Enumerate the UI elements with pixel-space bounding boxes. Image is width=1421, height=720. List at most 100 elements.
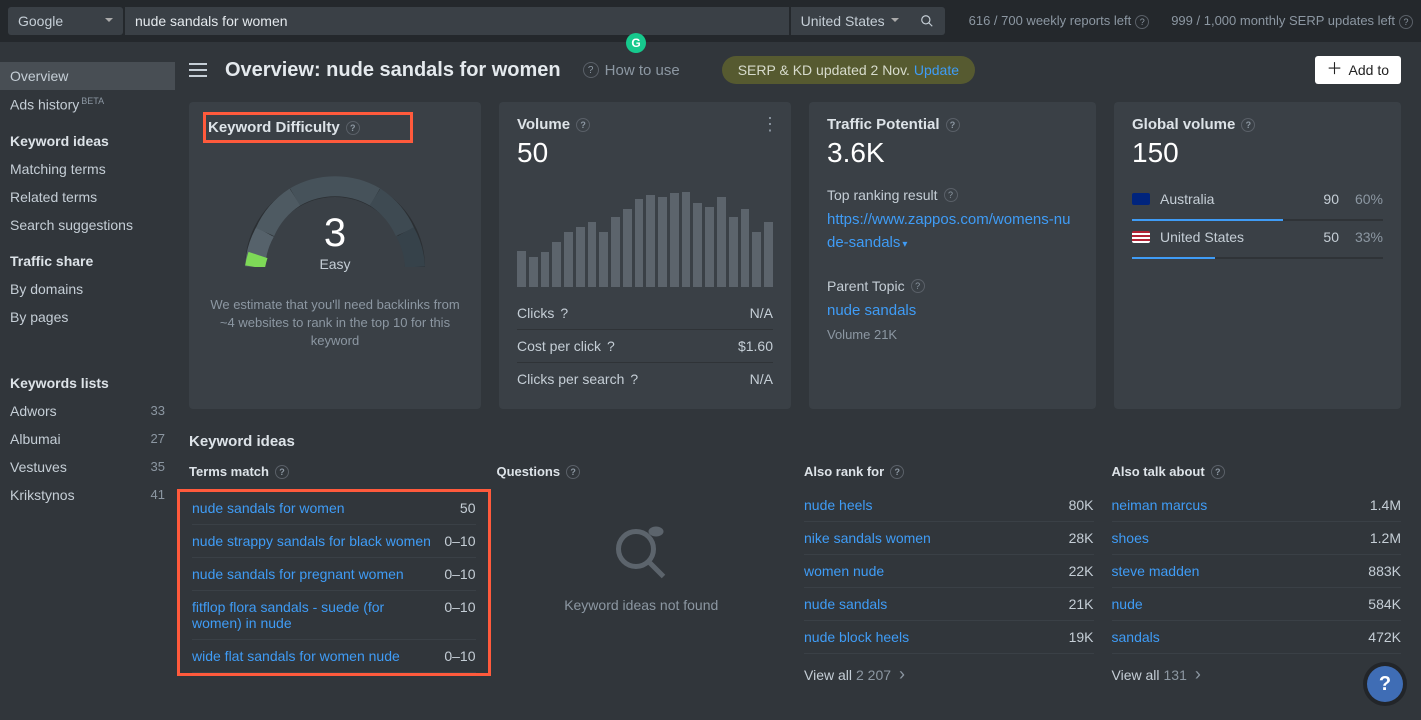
gv-row: Australia9060% <box>1132 183 1383 215</box>
keyword-link[interactable]: nude sandals <box>804 596 1069 612</box>
help-icon[interactable]: ? <box>560 305 568 321</box>
also-talk-viewall[interactable]: View all 131 <box>1112 664 1402 685</box>
keyword-link[interactable]: shoes <box>1112 530 1370 546</box>
volume-trend-chart <box>517 187 773 287</box>
help-icon[interactable]: ? <box>1241 118 1255 132</box>
engine-select[interactable]: Google <box>8 7 123 35</box>
card-keyword-difficulty: Keyword Difficulty? 3 <box>189 102 481 409</box>
list-name: Krikstynos <box>10 487 75 503</box>
help-icon[interactable]: ? <box>275 465 289 479</box>
sidebar-item-by-pages[interactable]: By pages <box>0 303 175 331</box>
keyword-volume: 28K <box>1069 530 1094 546</box>
keyword-search-input[interactable] <box>125 7 789 35</box>
volume-metric-row: Clicks ?N/A <box>517 297 773 329</box>
card-menu-icon[interactable]: ⋮ <box>761 114 779 135</box>
keyword-link[interactable]: nude <box>1112 596 1369 612</box>
metric-value: $1.60 <box>738 338 773 354</box>
sidebar-list-item[interactable]: Albumai27 <box>0 425 175 453</box>
keyword-volume: 21K <box>1069 596 1094 612</box>
gv-bar <box>1132 257 1383 259</box>
keyword-link[interactable]: nude sandals for pregnant women <box>192 566 444 582</box>
keyword-link[interactable]: wide flat sandals for women nude <box>192 648 444 664</box>
gv-value: 90 <box>1309 191 1339 207</box>
serp-update-link[interactable]: Update <box>914 62 959 78</box>
chevron-down-icon[interactable]: ▾ <box>902 239 907 250</box>
keyword-link[interactable]: nike sandals women <box>804 530 1069 546</box>
keyword-link[interactable]: fitflop flora sandals - suede (for women… <box>192 599 444 631</box>
col-also-rank: Also rank for? nude heels80Knike sandals… <box>804 464 1094 685</box>
sidebar-item-search-suggestions[interactable]: Search suggestions <box>0 211 175 239</box>
help-icon[interactable]: ? <box>607 338 615 354</box>
volume-metric-row: Clicks per search ?N/A <box>517 362 773 395</box>
search-button[interactable] <box>909 7 945 35</box>
help-icon[interactable]: ? <box>1399 15 1413 29</box>
help-icon[interactable]: ? <box>890 465 904 479</box>
metric-label: Cost per click ? <box>517 338 615 354</box>
chevron-down-icon <box>105 13 113 29</box>
sidebar-list-item[interactable]: Adwors33 <box>0 397 175 425</box>
keyword-row: nude584K <box>1112 588 1402 621</box>
how-to-use-link[interactable]: ?How to use <box>583 62 680 79</box>
help-icon[interactable]: ? <box>346 121 360 135</box>
keyword-row: steve madden883K <box>1112 555 1402 588</box>
search-empty-icon <box>611 519 671 579</box>
country-select[interactable]: United States <box>791 7 909 35</box>
keyword-row: wide flat sandals for women nude0–10 <box>192 640 476 673</box>
kd-note: We estimate that you'll need backlinks f… <box>207 296 463 351</box>
top-ranking-url[interactable]: https://www.zappos.com/womens-nude-sanda… <box>827 209 1078 254</box>
card-title: Global volume? <box>1132 116 1383 133</box>
keyword-row: sandals472K <box>1112 621 1402 654</box>
keyword-link[interactable]: nude strappy sandals for black women <box>192 533 444 549</box>
keyword-row: neiman marcus1.4M <box>1112 489 1402 522</box>
help-icon[interactable]: ? <box>911 279 925 293</box>
keyword-volume: 584K <box>1368 596 1401 612</box>
sidebar-list-item[interactable]: Vestuves35 <box>0 453 175 481</box>
top-ranking-head: Top ranking result? <box>827 187 1078 203</box>
monthly-serp-status: 999 / 1,000 monthly SERP updates left? <box>1171 13 1413 29</box>
gv-country: United States <box>1160 229 1309 245</box>
card-global-volume: Global volume? 150 Australia9060%United … <box>1114 102 1401 409</box>
keyword-link[interactable]: nude sandals for women <box>192 500 460 516</box>
keyword-link[interactable]: nude block heels <box>804 629 1069 645</box>
keyword-link[interactable]: neiman marcus <box>1112 497 1370 513</box>
keyword-volume: 0–10 <box>444 648 475 664</box>
help-icon[interactable]: ? <box>946 118 960 132</box>
questions-empty-text: Keyword ideas not found <box>564 597 718 613</box>
help-icon[interactable]: ? <box>566 465 580 479</box>
keyword-volume: 19K <box>1069 629 1094 645</box>
keyword-link[interactable]: women nude <box>804 563 1069 579</box>
also-rank-viewall[interactable]: View all 2 207 <box>804 664 1094 685</box>
list-name: Adwors <box>10 403 57 419</box>
keyword-volume: 472K <box>1368 629 1401 645</box>
volume-value: 50 <box>517 137 773 169</box>
keyword-link[interactable]: sandals <box>1112 629 1369 645</box>
keyword-row: shoes1.2M <box>1112 522 1402 555</box>
help-icon[interactable]: ? <box>1211 465 1225 479</box>
help-icon[interactable]: ? <box>576 118 590 132</box>
help-icon[interactable]: ? <box>630 371 638 387</box>
sidebar-item-matching-terms[interactable]: Matching terms <box>0 155 175 183</box>
menu-toggle-icon[interactable] <box>189 63 207 77</box>
sidebar-section-traffic-share: Traffic share <box>0 239 175 275</box>
volume-metric-row: Cost per click ? $1.60 <box>517 329 773 362</box>
sidebar-item-related-terms[interactable]: Related terms <box>0 183 175 211</box>
keyword-link[interactable]: nude heels <box>804 497 1069 513</box>
also-rank-head: Also rank for? <box>804 464 1094 479</box>
help-icon[interactable]: ? <box>1135 15 1149 29</box>
help-icon[interactable]: ? <box>944 188 958 202</box>
sidebar-list-item[interactable]: Krikstynos41 <box>0 481 175 509</box>
keyword-link[interactable]: steve madden <box>1112 563 1369 579</box>
parent-topic-link[interactable]: nude sandals <box>827 300 916 323</box>
list-name: Vestuves <box>10 459 67 475</box>
page-title: Overview: nude sandals for women <box>225 59 561 82</box>
help-float-button[interactable]: ? <box>1367 666 1403 702</box>
sidebar-item-overview[interactable]: Overview <box>0 62 175 90</box>
col-questions: Questions? Keyword ideas not found <box>497 464 787 685</box>
serp-update-pill: SERP & KD updated 2 Nov. Update <box>722 56 975 84</box>
gv-value: 50 <box>1309 229 1339 245</box>
search-icon <box>920 14 934 28</box>
keyword-row: fitflop flora sandals - suede (for women… <box>192 591 476 640</box>
sidebar-item-ads-history[interactable]: Ads historyBETA <box>0 90 175 119</box>
add-to-button[interactable]: ＋Add to <box>1315 56 1402 84</box>
sidebar-item-by-domains[interactable]: By domains <box>0 275 175 303</box>
